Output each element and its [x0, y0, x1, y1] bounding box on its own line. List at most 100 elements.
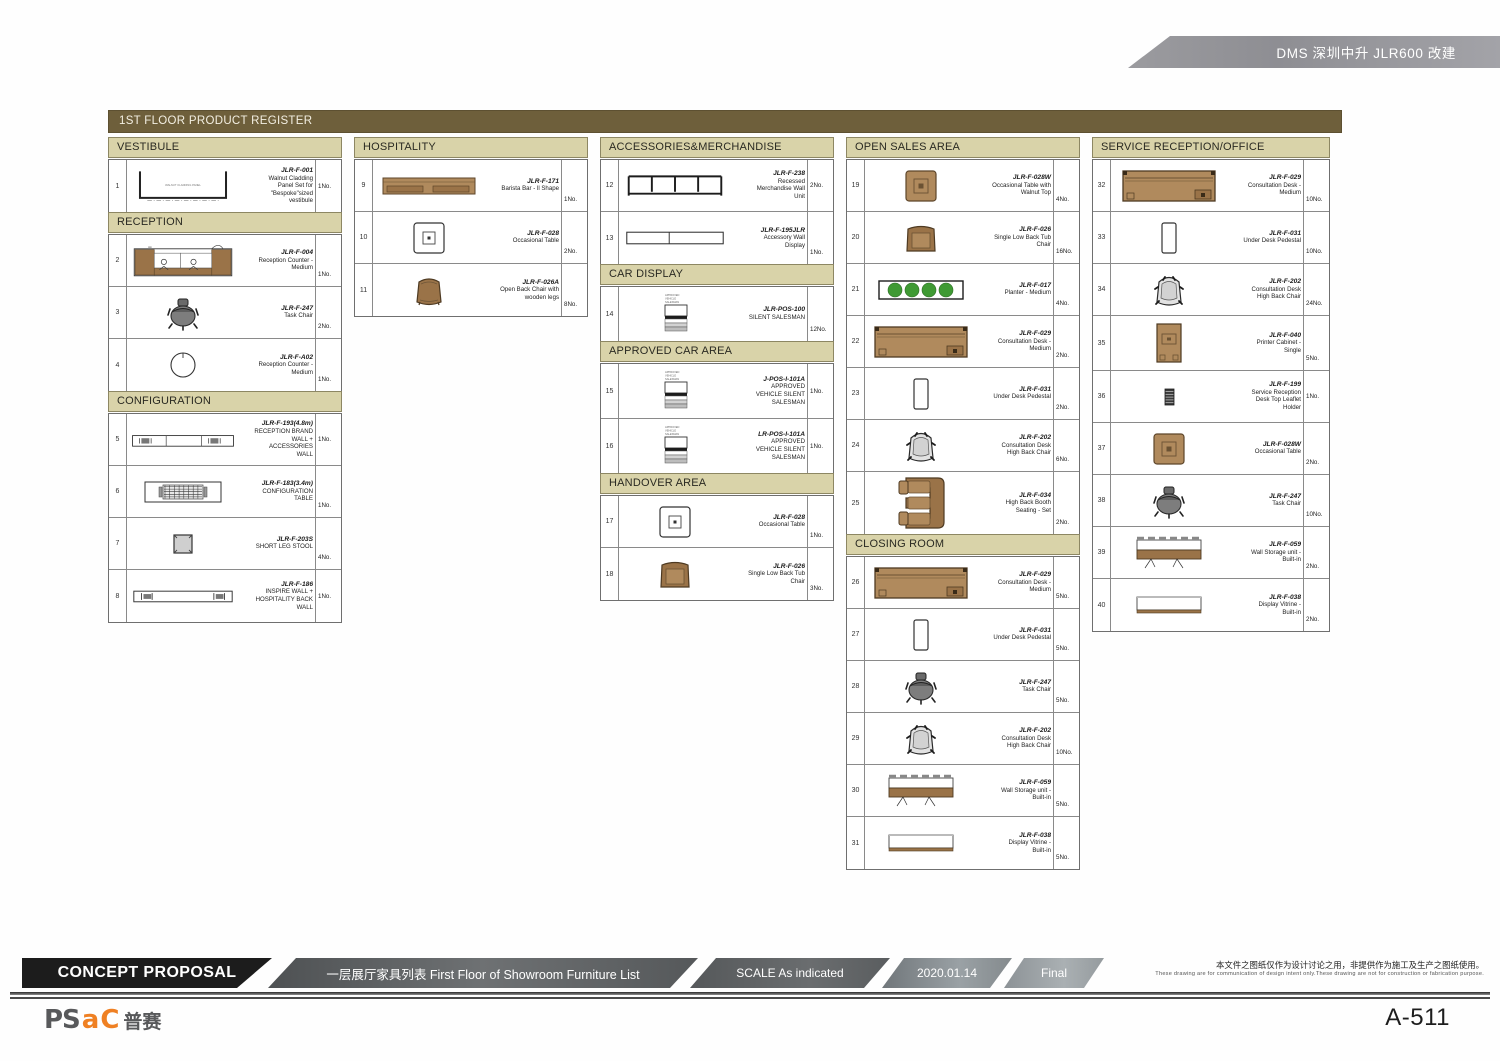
- register-row: 9 JLR-F-171 Barista Bar - ll Shape 1No.: [355, 160, 587, 212]
- inspire-wall-icon: [127, 570, 239, 622]
- row-number: 31: [847, 817, 865, 869]
- svg-text:VEHICLE: VEHICLE: [665, 297, 676, 301]
- stool-icon: [127, 518, 239, 569]
- product-name-line: Medium: [1029, 586, 1051, 594]
- drawing-title-label: 一层展厅家具列表 First Floor of Showroom Furnitu…: [268, 958, 698, 988]
- high-back-chair-icon: [865, 713, 977, 764]
- section-rows: 2 JLR-F-004 Reception Counter - Medium 1No.…: [108, 234, 342, 391]
- row-number: 32: [1093, 160, 1111, 211]
- sheet-number: A-511: [1385, 1004, 1450, 1031]
- row-description: JLR-F-202 Consultation Desk High Back Chai…: [977, 420, 1053, 471]
- product-name-line: Under Desk Pedestal: [993, 634, 1051, 642]
- register-column-3: ACCESSORIES&MERCHANDISE 12 JLR-F-238 Reces…: [600, 137, 834, 601]
- product-code: JLR-F-029: [1019, 330, 1051, 338]
- product-name-line: Reception Counter -: [258, 256, 313, 264]
- register-row: 30 JLR-F-059 Wall Storage unit - Built-in 5…: [847, 765, 1079, 817]
- product-name-line: Medium: [1279, 189, 1301, 197]
- pedestal-icon: [865, 609, 977, 660]
- product-name-line: Desk Top Leaflet: [1255, 396, 1301, 404]
- product-name-line: Walnut Cladding: [268, 174, 314, 182]
- row-description: LR-POS-I-101A APPROVED VEHICLE SILENT SALES…: [731, 419, 807, 473]
- product-name-line: Barista Bar - ll Shape: [501, 185, 559, 193]
- section-header-hospitality: HOSPITALITY: [354, 137, 588, 158]
- register-row: 36 JLR-F-199 Service Reception Desk Top Le…: [1093, 371, 1329, 423]
- row-quantity: 10No.: [1303, 475, 1329, 526]
- row-quantity: 1No.: [315, 235, 341, 286]
- row-number: 28: [847, 661, 865, 712]
- row-number: 18: [601, 548, 619, 600]
- row-quantity: 1No.: [315, 466, 341, 517]
- product-code: J-POS-I-101A: [763, 375, 805, 383]
- product-code: JLR-F-004: [281, 249, 313, 257]
- wall-storage-icon: [1111, 527, 1227, 578]
- row-description: JLR-F-029 Consultation Desk - Medium: [977, 316, 1053, 367]
- product-code: JLR-F-247: [1269, 492, 1301, 500]
- row-quantity: 10No.: [1303, 212, 1329, 263]
- printer-cabinet-icon: [1111, 316, 1227, 370]
- section-header-vestibule: VESTIBULE: [108, 137, 342, 158]
- product-name-line: Service Reception: [1251, 388, 1301, 396]
- section-header-open-sales-area: OPEN SALES AREA: [846, 137, 1080, 158]
- product-code: JLR-F-247: [1019, 678, 1051, 686]
- logo-a: a: [81, 1005, 100, 1035]
- product-name-line: Task Chair: [284, 312, 313, 320]
- row-description: J-POS-I-101A APPROVED VEHICLE SILENT SALESM…: [731, 364, 807, 418]
- section-header-configuration: CONFIGURATION: [108, 391, 342, 412]
- register-row: 37 JLR-F-028W Occasional Table 2No.: [1093, 423, 1329, 475]
- row-quantity: 2No.: [1053, 368, 1079, 419]
- product-code: JLR-F-203S: [276, 535, 313, 543]
- product-name-line: Built-in: [1032, 794, 1051, 802]
- product-name-line: Medium: [291, 368, 313, 376]
- tub-chair-icon: [865, 212, 977, 263]
- product-name-line: Consultation Desk: [1251, 285, 1301, 293]
- product-name-line: VEHICLE SILENT: [755, 445, 805, 453]
- product-name-line: Consultation Desk -: [1247, 181, 1301, 189]
- row-description: JLR-F-026 Single Low Back Tub Chair: [977, 212, 1053, 263]
- product-name-line: Walnut Top: [1020, 189, 1051, 197]
- concept-proposal-label: CONCEPT PROPOSAL: [22, 958, 272, 988]
- row-number: 39: [1093, 527, 1111, 578]
- row-description: JLR-F-247 Task Chair: [1227, 475, 1303, 526]
- product-name-line: Built-in: [1032, 846, 1051, 854]
- pedestal-icon: [1111, 212, 1227, 263]
- row-quantity: 5No.: [1053, 661, 1079, 712]
- register-row: 20 JLR-F-026 Single Low Back Tub Chair 16No…: [847, 212, 1079, 264]
- product-register: 1ST FLOOR PRODUCT REGISTER VESTIBULE 1 WA…: [108, 110, 1342, 870]
- product-code: JLR-F-171: [527, 177, 559, 185]
- product-code: JLR-F-026: [1019, 226, 1051, 234]
- product-name-line: Medium: [1029, 345, 1051, 353]
- row-quantity: 2No.: [1303, 527, 1329, 578]
- product-name-line: Consultation Desk: [1001, 734, 1051, 742]
- row-description: JLR-F-193(4.8m) RECEPTION BRAND WALL + ACCE…: [239, 414, 315, 465]
- register-row: 17 JLR-F-028 Occasional Table 1No.: [601, 496, 833, 548]
- product-name-line: HOSPITALITY BACK: [255, 595, 313, 603]
- product-code: JLR-F-040: [1269, 331, 1301, 339]
- product-name-line: wooden legs: [524, 293, 559, 301]
- section-rows: 26 JLR-F-029 Consultation Desk - Medium 5No…: [846, 556, 1080, 870]
- project-title: DMS 深圳中升 JLR600 改建: [1276, 46, 1456, 61]
- row-quantity: 1No.: [807, 364, 833, 418]
- footer-rule-primary: [10, 992, 1490, 995]
- product-name-line: WALL: [296, 603, 313, 611]
- task-chair-icon: [865, 661, 977, 712]
- product-code: JLR-F-202: [1019, 434, 1051, 442]
- display-vitrine-icon: [865, 817, 977, 869]
- section-rows: 17 JLR-F-028 Occasional Table 1No. 18 JLR-F…: [600, 495, 834, 601]
- product-name-line: High Back Chair: [1256, 293, 1301, 301]
- product-code: JLR-F-028W: [1012, 174, 1051, 182]
- product-code: JLR-F-031: [1019, 385, 1051, 393]
- row-description: JLR-F-183(3.4m) CONFIGURATION TABLE: [239, 466, 315, 517]
- product-name-line: Chair: [1036, 241, 1051, 249]
- svg-text:SALESMAN: SALESMAN: [665, 432, 679, 436]
- product-code: JLR-F-183(3.4m): [261, 480, 313, 488]
- register-column-1: VESTIBULE 1 WALNUT CLADDING PANEL JLR-F-0…: [108, 137, 342, 623]
- product-name-line: Single Low Back Tub: [994, 233, 1051, 241]
- row-quantity: 5No.: [1303, 316, 1329, 370]
- row-description: JLR-F-028 Occasional Table: [485, 212, 561, 263]
- silent-salesman-icon: APPROVED VEHICLE SALESMAN: [619, 287, 731, 341]
- row-number: 15: [601, 364, 619, 418]
- product-name-line: ACCESSORIES: [268, 443, 313, 451]
- silent-salesman-icon: APPROVED VEHICLE SALESMAN: [619, 364, 731, 418]
- register-row: 28 JLR-F-247 Task Chair 5No.: [847, 661, 1079, 713]
- row-number: 10: [355, 212, 373, 263]
